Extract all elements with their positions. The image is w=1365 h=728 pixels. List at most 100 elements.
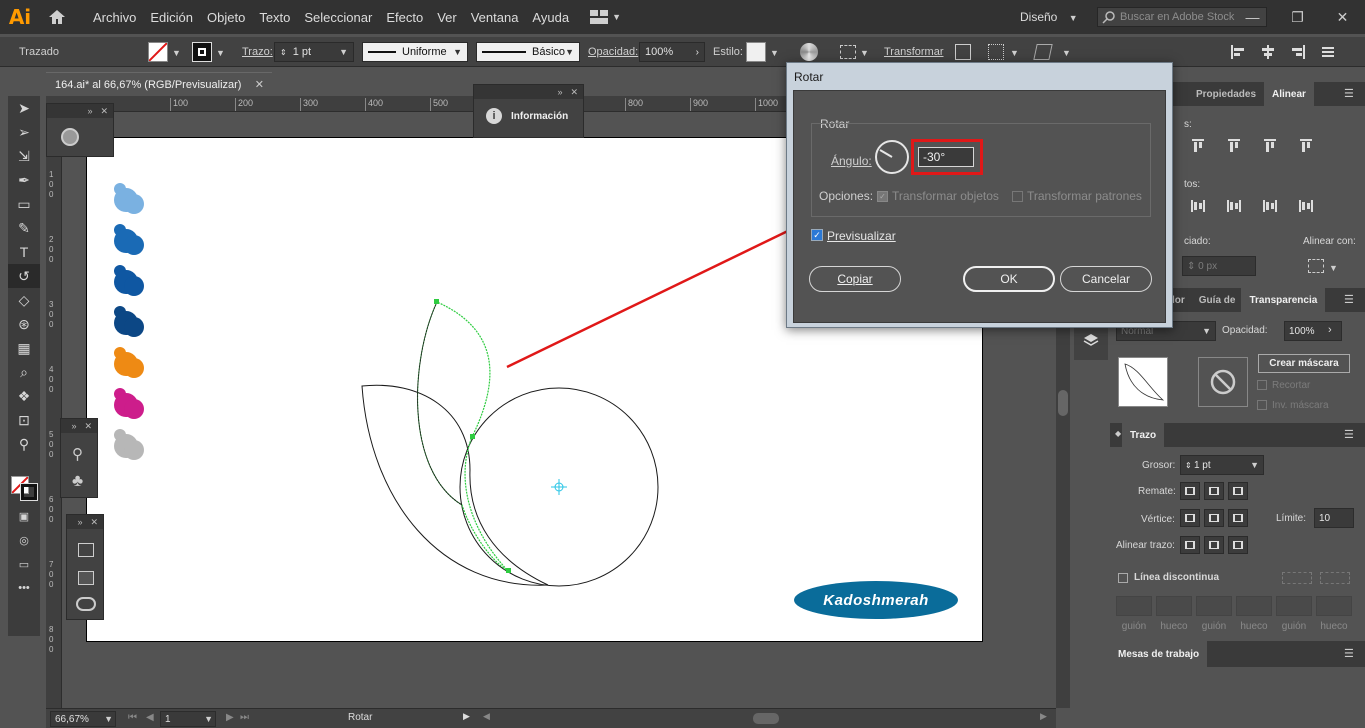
color-blob[interactable] [114, 306, 144, 337]
align-v-center-icon[interactable] [1262, 138, 1278, 154]
distribute-bottom-icon[interactable] [1190, 198, 1206, 214]
stroke-menu-icon[interactable]: ☰ [1344, 428, 1354, 441]
color-blob[interactable] [114, 265, 144, 296]
layers-icon[interactable] [1083, 332, 1099, 348]
angle-dial-icon[interactable] [875, 140, 909, 174]
close-icon[interactable]: ✕ [90, 517, 98, 528]
horizontal-scroll-thumb[interactable] [753, 713, 779, 724]
transform-patterns-checkbox[interactable] [1012, 191, 1023, 202]
tab-stroke[interactable]: Trazo [1122, 423, 1165, 447]
first-artboard-icon[interactable]: ⏮ [128, 712, 137, 723]
invert-mask-checkbox[interactable] [1257, 400, 1267, 410]
align-to-selection-icon[interactable] [1308, 259, 1324, 273]
dash-input[interactable] [1156, 596, 1192, 616]
object-thumbnail[interactable] [1118, 357, 1168, 407]
collapse-icon[interactable]: » [77, 517, 82, 527]
anchor-point[interactable] [506, 568, 511, 573]
clip-checkbox[interactable] [1257, 380, 1267, 390]
dash-align-icon[interactable] [1320, 572, 1350, 584]
color-blob[interactable] [114, 429, 144, 460]
leaf-left-shape[interactable] [361, 384, 549, 586]
preview-checkbox[interactable]: ✓ [811, 229, 823, 241]
align-panel-menu-icon[interactable]: ☰ [1344, 87, 1354, 100]
collapse-arrow-icon[interactable]: ◆ [1115, 429, 1121, 438]
mask-thumbnail[interactable] [1198, 357, 1248, 407]
square-cap-icon[interactable] [1228, 482, 1248, 500]
panel-header[interactable]: » ✕ [474, 85, 583, 99]
last-artboard-icon[interactable]: ⏭ [240, 712, 249, 723]
round-join-icon[interactable] [1204, 509, 1224, 527]
dash-input[interactable] [1196, 596, 1232, 616]
collapse-icon[interactable]: » [557, 87, 562, 97]
bevel-join-icon[interactable] [1228, 509, 1248, 527]
panel-header[interactable]: » ✕ [67, 515, 103, 529]
previous-artboard-icon[interactable]: ◀ [146, 712, 154, 723]
align-stroke-outside-icon[interactable] [1228, 536, 1248, 554]
limit-field[interactable]: 10 [1314, 508, 1354, 528]
creative-cloud-icon[interactable] [76, 597, 96, 611]
scroll-left-icon[interactable]: ◀ [483, 711, 490, 722]
dash-input[interactable] [1116, 596, 1152, 616]
collapse-icon[interactable]: » [87, 106, 92, 116]
weight-field[interactable]: ⇕ 1 pt ▼ [1180, 455, 1264, 475]
align-v-bottom-icon[interactable] [1298, 138, 1314, 154]
brush-library-icon[interactable]: ⚲ [72, 445, 83, 463]
anchor-point[interactable] [470, 434, 475, 439]
artboard-number-field[interactable]: 1 ▼ [160, 711, 216, 727]
scroll-thumb[interactable] [1058, 390, 1068, 416]
align-stroke-inside-icon[interactable] [1204, 536, 1224, 554]
cancel-button[interactable]: Cancelar [1060, 266, 1152, 292]
club-symbol-icon[interactable]: ♣ [72, 471, 83, 491]
chevron-right-icon[interactable]: › [1328, 324, 1332, 336]
color-blob[interactable] [114, 224, 144, 255]
copy-button[interactable]: Copiar [809, 266, 901, 292]
tab-artboards[interactable]: Mesas de trabajo [1110, 641, 1208, 667]
anchor-point[interactable] [434, 299, 439, 304]
zoom-field[interactable]: 66,67% ▼ [50, 711, 116, 727]
color-blob[interactable] [114, 347, 144, 378]
dash-input[interactable] [1316, 596, 1352, 616]
distribute-left-icon[interactable] [1226, 198, 1242, 214]
info-icon[interactable]: i [486, 108, 502, 124]
angle-input[interactable]: -30° [918, 147, 974, 167]
dash-input[interactable] [1276, 596, 1312, 616]
make-mask-button[interactable]: Crear máscara [1258, 354, 1350, 373]
rotation-origin-icon[interactable] [551, 479, 567, 495]
align-stroke-center-icon[interactable] [1180, 536, 1200, 554]
tab-color-guide[interactable]: Guía de [1193, 288, 1242, 312]
align-h-right-icon[interactable] [1190, 138, 1206, 154]
chevron-down-icon[interactable]: ▼ [1329, 263, 1338, 273]
next-artboard-icon[interactable]: ▶ [226, 712, 234, 723]
color-blob[interactable] [114, 388, 144, 419]
artboards-menu-icon[interactable]: ☰ [1344, 647, 1354, 660]
collapse-icon[interactable]: » [71, 421, 76, 431]
rotate-view-icon[interactable] [61, 128, 79, 146]
butt-cap-icon[interactable] [1180, 482, 1200, 500]
color-blob[interactable] [114, 183, 144, 214]
status-menu-arrow-icon[interactable]: ▶ [463, 711, 470, 722]
leaf-rotated-shape[interactable] [416, 301, 509, 572]
dash-preserve-icon[interactable] [1282, 572, 1312, 584]
tab-align[interactable]: Alinear [1264, 82, 1314, 106]
dashed-line-checkbox[interactable] [1118, 573, 1128, 583]
artboard-panel-icon[interactable] [78, 543, 94, 557]
ok-button[interactable]: OK [963, 266, 1055, 292]
transform-objects-checkbox[interactable]: ✓ [877, 191, 888, 202]
transparency-menu-icon[interactable]: ☰ [1344, 293, 1354, 306]
arrange-panel-icon[interactable] [78, 571, 94, 585]
align-v-top-icon[interactable] [1226, 138, 1242, 154]
distribute-spacing-field[interactable]: ⇕ 0 px [1182, 256, 1256, 276]
round-cap-icon[interactable] [1204, 482, 1224, 500]
dash-input[interactable] [1236, 596, 1272, 616]
distribute-center-icon[interactable] [1262, 198, 1278, 214]
transparency-opacity-field[interactable]: 100% [1284, 321, 1342, 341]
panel-header[interactable]: » ✕ [61, 419, 97, 433]
panel-header[interactable]: » ✕ [47, 104, 113, 118]
close-icon[interactable]: ✕ [84, 421, 92, 432]
tab-properties[interactable]: Propiedades [1188, 82, 1264, 106]
tab-transparency[interactable]: Transparencia [1241, 288, 1326, 312]
close-icon[interactable]: ✕ [570, 87, 578, 98]
close-icon[interactable]: ✕ [100, 106, 108, 117]
scroll-right-icon[interactable]: ▶ [1040, 711, 1047, 722]
miter-join-icon[interactable] [1180, 509, 1200, 527]
